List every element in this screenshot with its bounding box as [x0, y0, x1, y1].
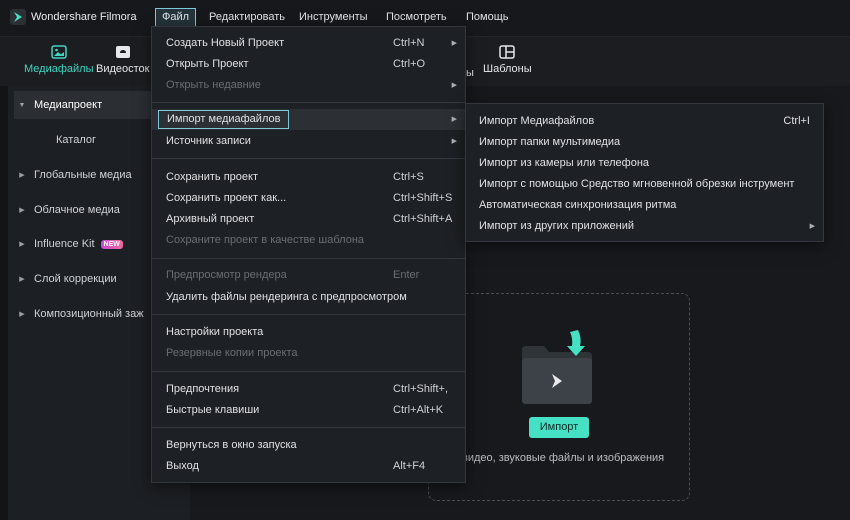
- menu-item-label: Источник записи: [166, 135, 251, 147]
- menu-item-recording-source[interactable]: Источник записи ▶: [152, 131, 465, 152]
- caret-right-icon: ▶: [19, 311, 25, 318]
- caret-down-icon: ▼: [18, 101, 26, 109]
- shortcut-label: Ctrl+Shift+S: [393, 192, 453, 204]
- tab-partial[interactable]: ы: [466, 45, 474, 79]
- menu-item-label: Предпочтения: [166, 383, 240, 395]
- menu-edit[interactable]: Редактировать: [202, 8, 292, 27]
- menu-item-label: Настройки проекта: [166, 326, 264, 338]
- submenu-arrow-icon: ▶: [451, 40, 457, 47]
- submenu-arrow-icon: ▶: [451, 116, 457, 123]
- shortcut-label: Ctrl+S: [393, 171, 424, 183]
- shortcut-label: Ctrl+Shift+,: [393, 383, 449, 395]
- menu-item-label: Архивный проект: [166, 213, 255, 225]
- shortcut-label: Enter: [393, 269, 420, 281]
- menu-item-label: Быстрые клавиши: [166, 404, 260, 416]
- menu-item-label: Резервные копии проекта: [166, 347, 298, 359]
- menu-separator: [152, 427, 465, 428]
- shortcut-label: Ctrl+Shift+A: [393, 213, 453, 225]
- shortcut-label: Ctrl+N: [393, 37, 425, 49]
- submenu-item-import-media-files[interactable]: Импорт Медиафайлов Ctrl+I: [466, 111, 823, 132]
- shortcut-label: Ctrl+Alt+K: [393, 404, 444, 416]
- menu-item-label: Выход: [166, 460, 199, 472]
- submenu-item-auto-beat-sync[interactable]: Автоматическая синхронизация ритма: [466, 195, 823, 216]
- submenu-arrow-icon: ▶: [451, 138, 457, 145]
- menu-item-save-project[interactable]: Сохранить проект Ctrl+S: [152, 167, 465, 188]
- menu-item-label: Импорт папки мультимедиа: [479, 136, 621, 148]
- shortcut-label: Ctrl+O: [393, 58, 426, 70]
- caret-right-icon: ▶: [19, 276, 25, 283]
- menu-file[interactable]: Файл: [155, 8, 197, 27]
- menu-item-label: Вернуться в окно запуска: [166, 439, 297, 451]
- shortcut-label: Alt+F4: [393, 460, 426, 472]
- sidebar-item-compound-clip[interactable]: ▶ Композиционный заж: [14, 300, 160, 328]
- menu-item-open-project[interactable]: Открыть Проект Ctrl+O: [152, 54, 465, 75]
- submenu-item-import-media-folder[interactable]: Импорт папки мультимедиа: [466, 132, 823, 153]
- menu-item-save-as-template: Сохраните проект в качестве шаблона: [152, 230, 465, 251]
- menu-item-new-project[interactable]: Создать Новый Проект Ctrl+N ▶: [152, 33, 465, 54]
- import-media-submenu: Импорт Медиафайлов Ctrl+I Импорт папки му…: [465, 103, 824, 242]
- menu-item-label: Импорт с помощью Средство мгновенной обр…: [479, 178, 795, 190]
- submenu-arrow-icon: ▶: [451, 82, 457, 89]
- menu-item-label: Сохранить проект: [166, 171, 259, 183]
- submenu-item-import-instant-cutter[interactable]: Импорт с помощью Средство мгновенной обр…: [466, 174, 823, 195]
- caret-right-icon: ▶: [19, 207, 25, 214]
- tab-stock-video[interactable]: Видеосток: [96, 45, 149, 75]
- tab-media[interactable]: Медиафайлы: [24, 45, 93, 75]
- menu-item-label: Сохранить проект как...: [166, 192, 287, 204]
- menu-item-save-as[interactable]: Сохранить проект как... Ctrl+Shift+S: [152, 188, 465, 209]
- menu-separator: [152, 314, 465, 315]
- menu-item-return-to-launcher[interactable]: Вернуться в окно запуска: [152, 435, 465, 456]
- menu-item-delete-render-files[interactable]: Удалить файлы рендеринга с предпросмотро…: [152, 287, 465, 308]
- menu-item-import-media[interactable]: Импорт медиафайлов ▶: [152, 109, 465, 130]
- app-name: Wondershare Filmora: [31, 11, 137, 23]
- menu-item-label: Открыть недавние: [166, 79, 261, 91]
- file-menu: Создать Новый Проект Ctrl+N ▶ Открыть Прое…: [151, 26, 466, 483]
- caret-right-icon: ▶: [19, 172, 25, 179]
- menu-item-archive-project[interactable]: Архивный проект Ctrl+Shift+A: [152, 209, 465, 230]
- menu-separator: [152, 158, 465, 159]
- new-badge: NEW: [100, 239, 123, 249]
- menu-item-label: Импорт из других приложений: [479, 220, 634, 232]
- menu-item-project-backups: Резервные копии проекта: [152, 343, 465, 364]
- templates-icon: [499, 45, 516, 59]
- menu-item-label: Предпросмотр рендера: [166, 269, 287, 281]
- menu-item-keyboard-shortcuts[interactable]: Быстрые клавиши Ctrl+Alt+K: [152, 400, 465, 421]
- media-icon: [50, 45, 67, 59]
- menu-item-preferences[interactable]: Предпочтения Ctrl+Shift+,: [152, 379, 465, 400]
- menu-item-label: Удалить файлы рендеринга с предпросмотро…: [166, 291, 407, 303]
- menu-item-label: Открыть Проект: [166, 58, 249, 70]
- drop-hint-text: видео, звуковые файлы и изображения: [462, 452, 665, 464]
- import-button[interactable]: Импорт: [529, 417, 589, 438]
- menu-item-render-preview: Предпросмотр рендера Enter: [152, 265, 465, 286]
- menu-view[interactable]: Посмотреть: [379, 8, 454, 27]
- caret-right-icon: ▶: [19, 241, 25, 248]
- submenu-item-import-from-other-apps[interactable]: Импорт из других приложений ▶: [466, 216, 823, 237]
- menu-item-label: Создать Новый Проект: [166, 37, 285, 49]
- menu-item-open-recent: Открыть недавние ▶: [152, 75, 465, 96]
- menu-item-label: Импорт из камеры или телефона: [479, 157, 650, 169]
- menu-item-project-settings[interactable]: Настройки проекта: [152, 322, 465, 343]
- submenu-item-import-from-camera[interactable]: Импорт из камеры или телефона: [466, 153, 823, 174]
- folder-import-icon: [522, 330, 592, 404]
- shortcut-label: Ctrl+I: [783, 115, 810, 127]
- menu-item-label: Импорт Медиафайлов: [479, 115, 595, 127]
- menu-item-exit[interactable]: Выход Alt+F4: [152, 456, 465, 477]
- menu-item-label: Автоматическая синхронизация ритма: [479, 199, 677, 211]
- tab-templates[interactable]: Шаблоны: [483, 45, 532, 75]
- menu-separator: [152, 371, 465, 372]
- stock-video-icon: [115, 46, 130, 58]
- menu-separator: [152, 102, 465, 103]
- submenu-arrow-icon: ▶: [809, 223, 815, 230]
- menu-separator: [152, 258, 465, 259]
- menu-item-label: Сохраните проект в качестве шаблона: [166, 234, 365, 246]
- menu-tools[interactable]: Инструменты: [292, 8, 375, 27]
- menu-help[interactable]: Помощь: [459, 8, 516, 27]
- menu-item-label: Импорт медиафайлов: [158, 110, 290, 129]
- filmora-logo-icon: [10, 9, 26, 25]
